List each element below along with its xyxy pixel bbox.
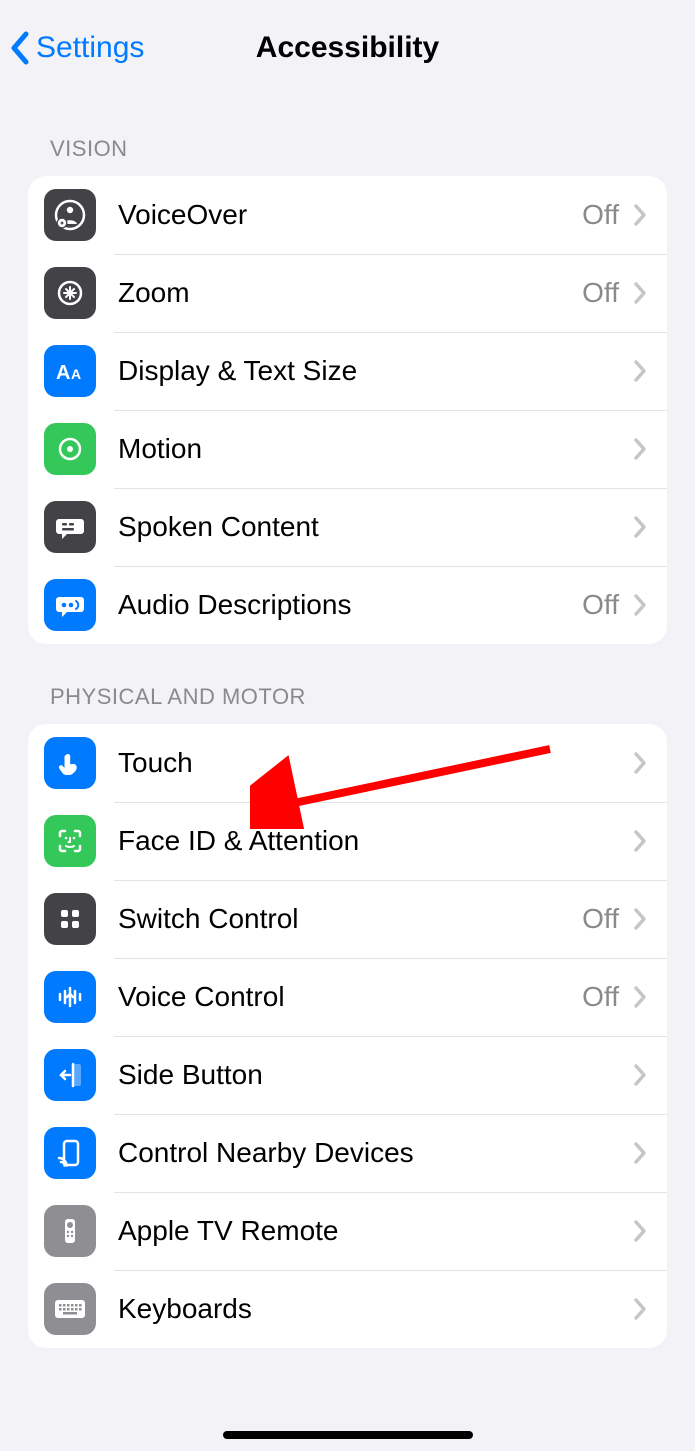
row-label: Audio Descriptions xyxy=(118,589,582,621)
zoom-icon xyxy=(44,267,96,319)
chevron-right-icon xyxy=(633,359,647,383)
chevron-right-icon xyxy=(633,203,647,227)
keyboards-icon xyxy=(44,1283,96,1335)
row-label: Side Button xyxy=(118,1059,633,1091)
chevron-right-icon xyxy=(633,1063,647,1087)
text-size-icon: AA xyxy=(44,345,96,397)
chevron-right-icon xyxy=(633,1141,647,1165)
row-value: Off xyxy=(582,903,619,935)
row-spoken-content[interactable]: Spoken Content xyxy=(28,488,667,566)
row-label: VoiceOver xyxy=(118,199,582,231)
svg-text:A: A xyxy=(71,366,81,382)
row-side-button[interactable]: Side Button xyxy=(28,1036,667,1114)
row-faceid-attention[interactable]: Face ID & Attention xyxy=(28,802,667,880)
motion-icon xyxy=(44,423,96,475)
row-label: Apple TV Remote xyxy=(118,1215,633,1247)
voice-control-icon xyxy=(44,971,96,1023)
row-control-nearby-devices[interactable]: Control Nearby Devices xyxy=(28,1114,667,1192)
row-voiceover[interactable]: VoiceOver Off xyxy=(28,176,667,254)
nearby-devices-icon xyxy=(44,1127,96,1179)
chevron-right-icon xyxy=(633,829,647,853)
row-label: Face ID & Attention xyxy=(118,825,633,857)
row-value: Off xyxy=(582,589,619,621)
home-indicator[interactable] xyxy=(223,1431,473,1439)
row-apple-tv-remote[interactable]: Apple TV Remote xyxy=(28,1192,667,1270)
chevron-right-icon xyxy=(633,1219,647,1243)
chevron-right-icon xyxy=(633,907,647,931)
voiceover-icon xyxy=(44,189,96,241)
row-switch-control[interactable]: Switch Control Off xyxy=(28,880,667,958)
faceid-icon xyxy=(44,815,96,867)
side-button-icon xyxy=(44,1049,96,1101)
section-group-vision: VoiceOver Off Zoom Off AA Display & Text… xyxy=(28,176,667,644)
chevron-right-icon xyxy=(633,1297,647,1321)
chevron-right-icon xyxy=(633,751,647,775)
chevron-right-icon xyxy=(633,593,647,617)
row-value: Off xyxy=(582,981,619,1013)
row-label: Control Nearby Devices xyxy=(118,1137,633,1169)
svg-text:A: A xyxy=(56,362,70,384)
row-value: Off xyxy=(582,199,619,231)
chevron-right-icon xyxy=(633,985,647,1009)
row-zoom[interactable]: Zoom Off xyxy=(28,254,667,332)
row-display-text-size[interactable]: AA Display & Text Size xyxy=(28,332,667,410)
section-group-physical: Touch Face ID & Attention Switch Control… xyxy=(28,724,667,1348)
section-header-physical: PHYSICAL AND MOTOR xyxy=(0,644,695,724)
chevron-right-icon xyxy=(633,515,647,539)
row-value: Off xyxy=(582,277,619,309)
row-touch[interactable]: Touch xyxy=(28,724,667,802)
spoken-content-icon xyxy=(44,501,96,553)
row-keyboards[interactable]: Keyboards xyxy=(28,1270,667,1348)
touch-icon xyxy=(44,737,96,789)
chevron-left-icon xyxy=(8,30,30,66)
row-label: Motion xyxy=(118,433,633,465)
row-motion[interactable]: Motion xyxy=(28,410,667,488)
row-label: Touch xyxy=(118,747,633,779)
row-audio-descriptions[interactable]: Audio Descriptions Off xyxy=(28,566,667,644)
apple-tv-remote-icon xyxy=(44,1205,96,1257)
section-header-vision: VISION xyxy=(0,96,695,176)
row-label: Voice Control xyxy=(118,981,582,1013)
row-label: Keyboards xyxy=(118,1293,633,1325)
back-label: Settings xyxy=(36,31,144,65)
chevron-right-icon xyxy=(633,281,647,305)
audio-descriptions-icon xyxy=(44,579,96,631)
switch-control-icon xyxy=(44,893,96,945)
row-label: Display & Text Size xyxy=(118,355,633,387)
row-label: Zoom xyxy=(118,277,582,309)
back-button[interactable]: Settings xyxy=(8,30,144,66)
row-label: Spoken Content xyxy=(118,511,633,543)
row-voice-control[interactable]: Voice Control Off xyxy=(28,958,667,1036)
chevron-right-icon xyxy=(633,437,647,461)
row-label: Switch Control xyxy=(118,903,582,935)
